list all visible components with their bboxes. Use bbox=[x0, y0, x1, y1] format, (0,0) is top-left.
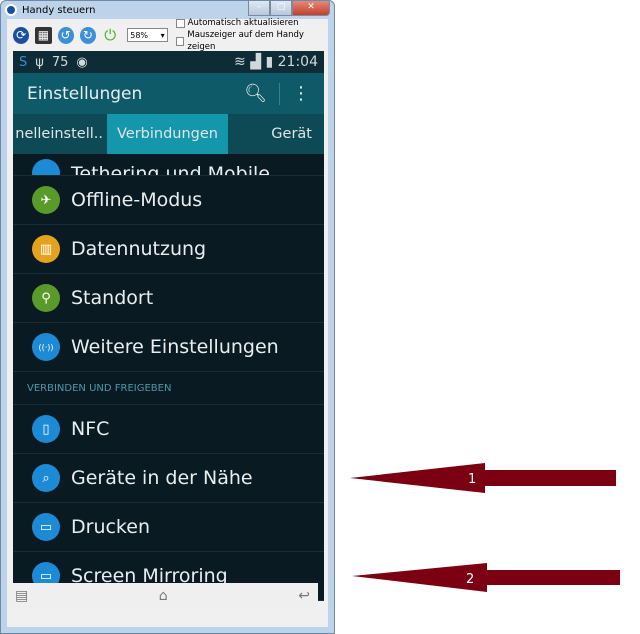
list-item-label: Weitere Einstellungen bbox=[71, 336, 279, 358]
annotation-arrow-1: 1 bbox=[350, 463, 616, 493]
printer-icon: ▭ bbox=[32, 513, 60, 541]
arrow-label: 1 bbox=[468, 472, 476, 487]
clock: 21:04 bbox=[277, 54, 318, 70]
tab-bar: nelleinstell.. Verbindungen Gerät bbox=[13, 114, 324, 154]
refresh-icon[interactable]: ⟳ bbox=[13, 26, 30, 44]
list-item-tethering[interactable]: Tethering und Mobile.. bbox=[13, 154, 324, 176]
list-item[interactable]: ▯ NFC bbox=[13, 405, 324, 454]
signal-icon: ▟ bbox=[250, 54, 262, 70]
auto-update-checkbox[interactable] bbox=[175, 18, 185, 28]
maximize-button[interactable]: □ bbox=[270, 1, 292, 16]
minimize-button[interactable]: – bbox=[248, 1, 270, 16]
list-item-label: Standort bbox=[71, 287, 154, 309]
rotate-right-icon[interactable]: ↻ bbox=[79, 26, 96, 44]
section-header: VERBINDEN UND FREIGEBEN bbox=[13, 372, 324, 405]
battery-level: 75 bbox=[51, 54, 69, 70]
nfc-icon: ▯ bbox=[32, 415, 60, 443]
phone-screen[interactable]: S ψ 75 ◉ ≋ ▟ ▮ 21:04 Einstellungen 🔍︎ ⋮ n… bbox=[13, 51, 324, 601]
list-item-label: NFC bbox=[71, 418, 110, 440]
nav-bar: ▤ ⌂ ↩ bbox=[7, 583, 318, 609]
list-item[interactable]: ▭ Drucken bbox=[13, 503, 324, 552]
nearby-devices-icon: ⌕ bbox=[32, 464, 60, 492]
auto-update-label: Automatisch aktualisieren bbox=[187, 18, 299, 28]
list-item[interactable]: ((·)) Weitere Einstellungen bbox=[13, 323, 324, 372]
location-icon: ⚲ bbox=[32, 284, 60, 312]
sync-icon: ◉ bbox=[76, 54, 88, 70]
app-icon bbox=[5, 4, 17, 16]
tab-quick-settings[interactable]: nelleinstell.. bbox=[13, 114, 107, 154]
bar-chart-icon: ▥ bbox=[32, 235, 60, 263]
annotation-arrow-2: 2 bbox=[352, 563, 620, 592]
list-item[interactable]: ✈ Offline-Modus bbox=[13, 176, 324, 225]
chevron-down-icon: ▾ bbox=[160, 30, 165, 40]
show-pointer-label: Mauszeiger auf dem Handy zeigen bbox=[187, 30, 304, 52]
power-icon[interactable]: ⏻ bbox=[102, 26, 118, 44]
zoom-select[interactable]: 58% ▾ bbox=[127, 28, 168, 42]
search-icon[interactable]: 🔍︎ bbox=[244, 83, 267, 104]
list-item[interactable]: ⌕ Geräte in der Nähe bbox=[13, 454, 324, 503]
list-item-label: Offline-Modus bbox=[71, 189, 203, 211]
toolbar: ⟳ ▦ ↺ ↻ ⏻ 58% ▾ Automatisch aktualisieren… bbox=[7, 18, 328, 52]
list-item[interactable]: ⚲ Standort bbox=[13, 274, 324, 323]
zoom-value: 58% bbox=[130, 30, 149, 40]
status-bar: S ψ 75 ◉ ≋ ▟ ▮ 21:04 bbox=[13, 51, 324, 73]
tab-connections[interactable]: Verbindungen bbox=[107, 114, 228, 154]
window-title: Handy steuern bbox=[22, 4, 96, 16]
list-item[interactable]: ▥ Datennutzung bbox=[13, 225, 324, 274]
close-button[interactable]: ✕ bbox=[292, 1, 330, 16]
back-icon[interactable]: ↩ bbox=[298, 588, 310, 604]
list-item-label: Tethering und Mobile.. bbox=[71, 163, 283, 176]
save-icon[interactable]: ▦ bbox=[35, 26, 52, 44]
home-icon[interactable]: ⌂ bbox=[159, 588, 168, 604]
tab-device[interactable]: Gerät bbox=[271, 114, 324, 154]
action-bar: Einstellungen 🔍︎ ⋮ bbox=[13, 73, 324, 114]
list-item-label: Datennutzung bbox=[71, 238, 207, 260]
airplane-icon: ✈ bbox=[32, 186, 60, 214]
tethering-icon bbox=[32, 159, 60, 175]
antenna-icon: ((·)) bbox=[32, 333, 60, 361]
list-item-label: Geräte in der Nähe bbox=[71, 467, 253, 489]
list-item-label: Drucken bbox=[71, 516, 150, 538]
arrow-shape bbox=[350, 463, 616, 493]
window: Handy steuern – □ ✕ ⟳ ▦ ↺ ↻ ⏻ 58% ▾ Autom… bbox=[0, 0, 335, 634]
s-icon: S bbox=[19, 54, 28, 70]
show-pointer-checkbox[interactable] bbox=[175, 36, 185, 46]
page-title: Einstellungen bbox=[27, 83, 143, 104]
wifi-icon: ≋ bbox=[234, 54, 246, 70]
arrow-label: 2 bbox=[466, 572, 474, 587]
more-options-icon[interactable]: ⋮ bbox=[292, 83, 310, 104]
usb-icon: ψ bbox=[35, 54, 44, 70]
rotate-left-icon[interactable]: ↺ bbox=[57, 26, 74, 44]
menu-icon[interactable]: ▤ bbox=[15, 588, 28, 604]
battery-icon: ▮ bbox=[265, 54, 274, 70]
arrow-shape bbox=[352, 563, 620, 592]
